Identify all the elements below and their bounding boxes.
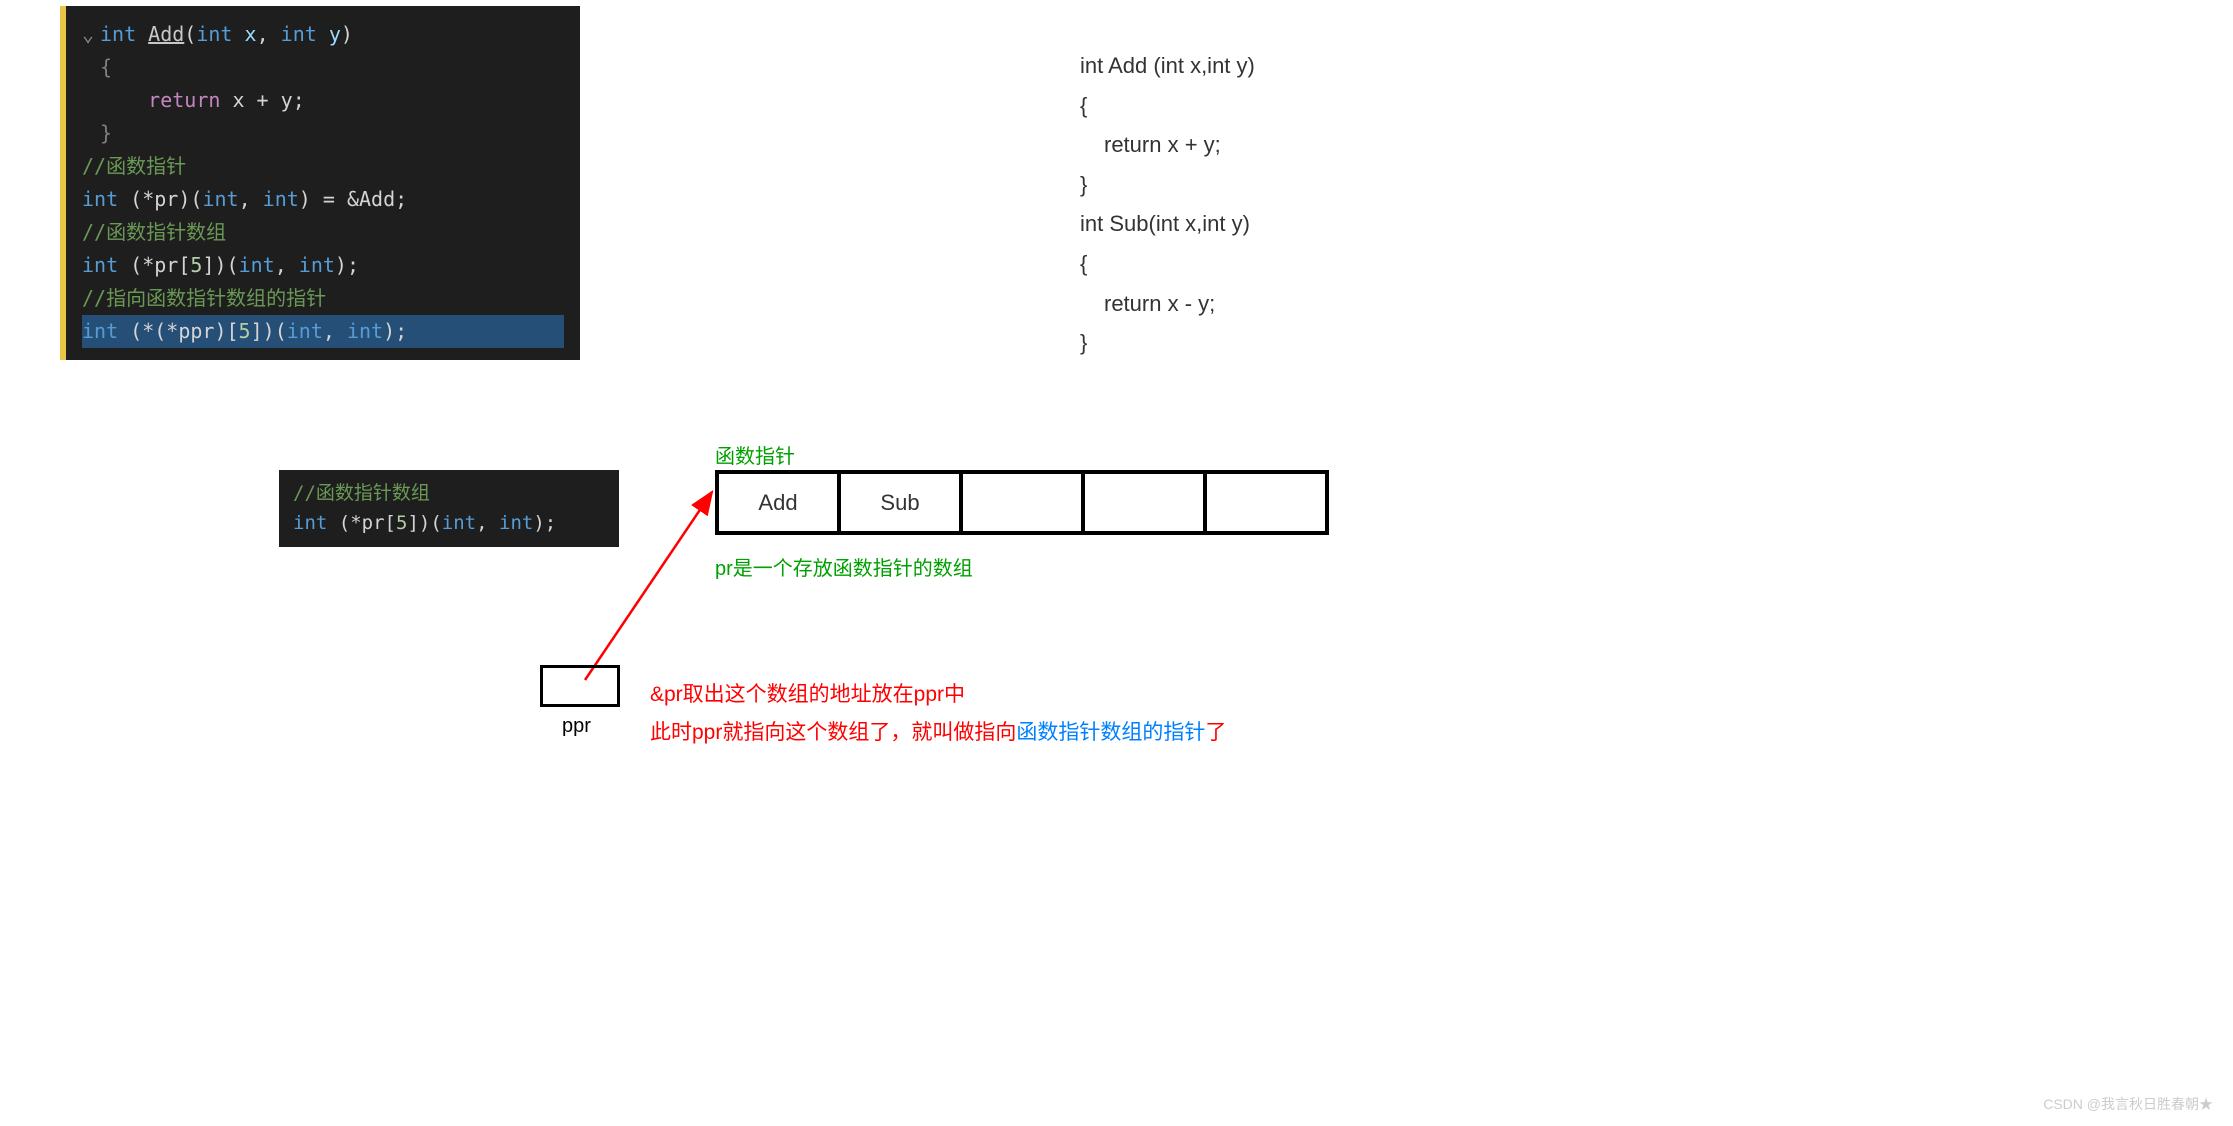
code-line: ⌄int Add(int x, int y): [82, 18, 564, 51]
highlighted-term: 函数指针数组的指针: [1016, 721, 1205, 744]
ppr-label: ppr: [562, 715, 591, 738]
code-line: return x + y;: [82, 84, 564, 117]
plain-code-block: int Add (int x,int y) { return x + y; } …: [1080, 46, 1255, 363]
code-block-small: //函数指针数组 int (*pr[5])(int, int);: [279, 470, 619, 547]
code-line: //函数指针: [82, 150, 564, 183]
label-function-pointer: 函数指针: [715, 440, 795, 469]
code-line: }: [1080, 323, 1255, 363]
text-line: 此时ppr就指向这个数组了，就叫做指向函数指针数组的指针了: [650, 714, 1226, 752]
array-cell: [1203, 470, 1329, 535]
code-line: return x - y;: [1080, 284, 1255, 324]
code-line: int (*pr[5])(int, int);: [293, 508, 605, 538]
code-line: //函数指针数组: [293, 478, 605, 508]
code-line: {: [1080, 244, 1255, 284]
code-line: }: [82, 117, 564, 150]
code-line: int Sub(int x,int y): [1080, 204, 1255, 244]
label-pr-description: pr是一个存放函数指针的数组: [715, 552, 973, 581]
code-line: int (*pr)(int, int) = &Add;: [82, 183, 564, 216]
keyword: int: [100, 22, 136, 46]
code-line: int Add (int x,int y): [1080, 46, 1255, 86]
code-line: {: [82, 51, 564, 84]
array-cell: Sub: [837, 470, 963, 535]
code-line: return x + y;: [1080, 125, 1255, 165]
explanation-text: &pr取出这个数组的地址放在ppr中 此时ppr就指向这个数组了，就叫做指向函数…: [650, 676, 1226, 752]
watermark: CSDN @我言秋日胜春朝★: [2043, 1094, 2213, 1114]
code-line: //函数指针数组: [82, 216, 564, 249]
chevron-down-icon: ⌄: [82, 18, 100, 51]
code-line: {: [1080, 86, 1255, 126]
code-line-highlighted: int (*(*ppr)[5])(int, int);: [82, 315, 564, 348]
code-block-main: ⌄int Add(int x, int y) { return x + y; }…: [60, 6, 580, 360]
code-line: //指向函数指针数组的指针: [82, 282, 564, 315]
code-line: int (*pr[5])(int, int);: [82, 249, 564, 282]
array-boxes: Add Sub: [715, 470, 1329, 535]
array-cell: [959, 470, 1085, 535]
code-line: }: [1080, 165, 1255, 205]
array-cell: Add: [715, 470, 841, 535]
text-line: &pr取出这个数组的地址放在ppr中: [650, 676, 1226, 714]
function-name: Add: [148, 22, 184, 46]
ppr-box: [540, 665, 620, 707]
array-cell: [1081, 470, 1207, 535]
